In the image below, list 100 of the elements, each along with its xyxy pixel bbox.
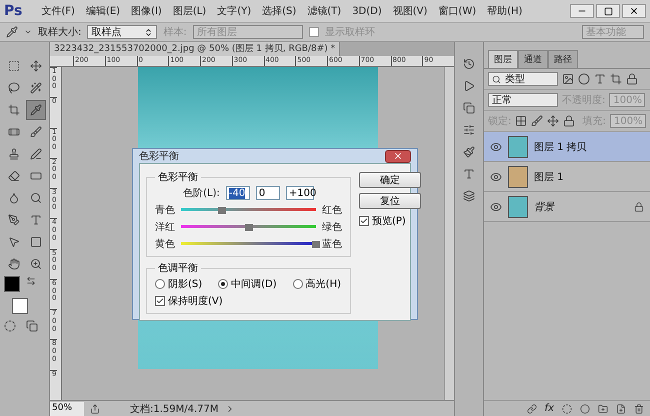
foreground-color-swatch[interactable] [4,276,20,292]
menu-item[interactable]: 帮助(H) [487,4,522,18]
preview-checkbox[interactable]: 预览(P) [359,214,421,228]
close-icon [629,6,639,16]
layer-row[interactable]: 图层 1 [484,162,650,192]
document-tab[interactable]: 3223432_231553702000_2.jpg @ 50% (图层 1 拷贝, RGB/8#) * [50,42,340,56]
layer-name: 图层 1 [534,170,565,184]
slider-label: 红色 [322,204,342,217]
grid-icon [515,115,528,127]
levels-field[interactable]: 0 [256,186,280,200]
brush-icon [30,126,42,138]
panel-tab[interactable]: 通道 [518,50,548,68]
ring-checkbox[interactable] [308,27,319,37]
wand-icon [30,82,42,94]
tone-radio[interactable]: 中间调(D) [218,277,277,291]
export-icon [90,404,100,414]
blend-mode-dropdown[interactable]: 正常 [488,93,558,107]
menu-item[interactable]: 文字(Y) [217,4,252,18]
menu-item[interactable]: 3D(D) [352,6,382,16]
layer-row[interactable]: 背景 [484,192,650,222]
close-icon [393,151,403,161]
app-logo: Ps [4,3,22,19]
dodge-icon [30,192,42,204]
search-icon [492,74,501,84]
maximize-icon [604,6,612,16]
menu-item[interactable]: 窗口(W) [438,4,476,18]
clone-icon [463,102,475,114]
dialog-button[interactable]: 复位 [359,193,421,209]
levels-field[interactable]: -40 [226,186,250,200]
marquee-icon [8,60,20,72]
tone-radio[interactable]: 高光(H) [292,277,341,291]
menu-item[interactable]: 选择(S) [262,4,296,18]
slider-label: 蓝色 [322,238,342,251]
check-icon [360,217,368,225]
document-info: 文档:1.59M/4.77M [130,402,219,416]
layer-row[interactable]: 图层 1 拷贝 [484,132,650,162]
folder-icon [598,404,608,414]
tone-radio[interactable]: 阴影(S) [155,277,202,291]
caret-icon [24,28,32,36]
eyedropper-icon [30,104,42,116]
menu-item[interactable]: 图层(L) [172,4,206,18]
brush-icon [531,115,544,127]
zoom-field[interactable]: 50% [50,402,84,416]
sample-label: 样本: [163,26,187,39]
layers-icon [463,190,475,202]
color-slider[interactable] [181,205,316,215]
lasso-icon [8,82,20,94]
levels-field[interactable]: +100 [286,186,314,200]
history-icon [463,58,475,70]
sample-size-dropdown[interactable]: 取样点 [87,25,158,39]
pen-icon [8,214,20,226]
panel-tab[interactable]: 路径 [548,50,578,68]
type-icon [30,214,42,226]
link-icon [526,404,537,414]
menu-item[interactable]: 文件(F) [41,4,75,18]
panel-tab[interactable]: 图层 [488,50,518,68]
menu-item[interactable]: 图像(I) [131,4,162,18]
swap-icon [26,276,36,286]
move-icon [30,60,42,72]
crop-icon [8,104,20,116]
scrollbar[interactable] [444,67,454,400]
close-button[interactable] [622,4,646,18]
effects-label[interactable]: fx [544,403,554,414]
maximize-button[interactable] [596,4,620,18]
close-button[interactable] [385,150,411,162]
eye-icon [490,140,502,152]
menu-item[interactable]: 滤镜(T) [307,4,342,18]
new-layer-icon [616,404,626,414]
group-title: 色调平衡 [157,262,199,275]
move-icon [547,115,560,127]
brush-icon [463,146,475,158]
slider-label: 绿色 [322,221,342,234]
hand-icon [8,258,20,270]
filter-dropdown[interactable]: 类型 [488,72,558,86]
sliders-icon [463,124,475,136]
stamp-icon [8,148,20,160]
levels-label: 色阶(L): [183,187,220,200]
type-icon [463,168,475,180]
play-icon [463,80,475,92]
history-brush-icon [30,148,42,160]
preserve-checkbox[interactable]: 保持明度(V) [155,294,342,308]
background-color-swatch[interactable] [12,298,28,314]
menu-item[interactable]: 编辑(E) [86,4,120,18]
heal-icon [8,126,20,138]
path-select-icon [8,236,20,248]
type-icon [594,73,606,85]
zoom-icon [30,258,42,270]
dialog-title: 色彩平衡 [139,150,179,163]
slider-label: 黄色 [155,238,175,251]
eye-icon [490,170,502,182]
color-slider[interactable] [181,222,316,232]
layer-name: 图层 1 拷贝 [534,140,588,154]
group-title: 色彩平衡 [157,171,199,184]
dialog-button[interactable]: 确定 [359,172,421,188]
menu-item[interactable]: 视图(V) [392,4,428,18]
eraser-icon [8,170,20,182]
check-icon [156,297,164,305]
slider-label: 洋红 [155,221,175,234]
tool-button[interactable] [26,100,46,120]
eyedropper-icon [6,26,18,38]
